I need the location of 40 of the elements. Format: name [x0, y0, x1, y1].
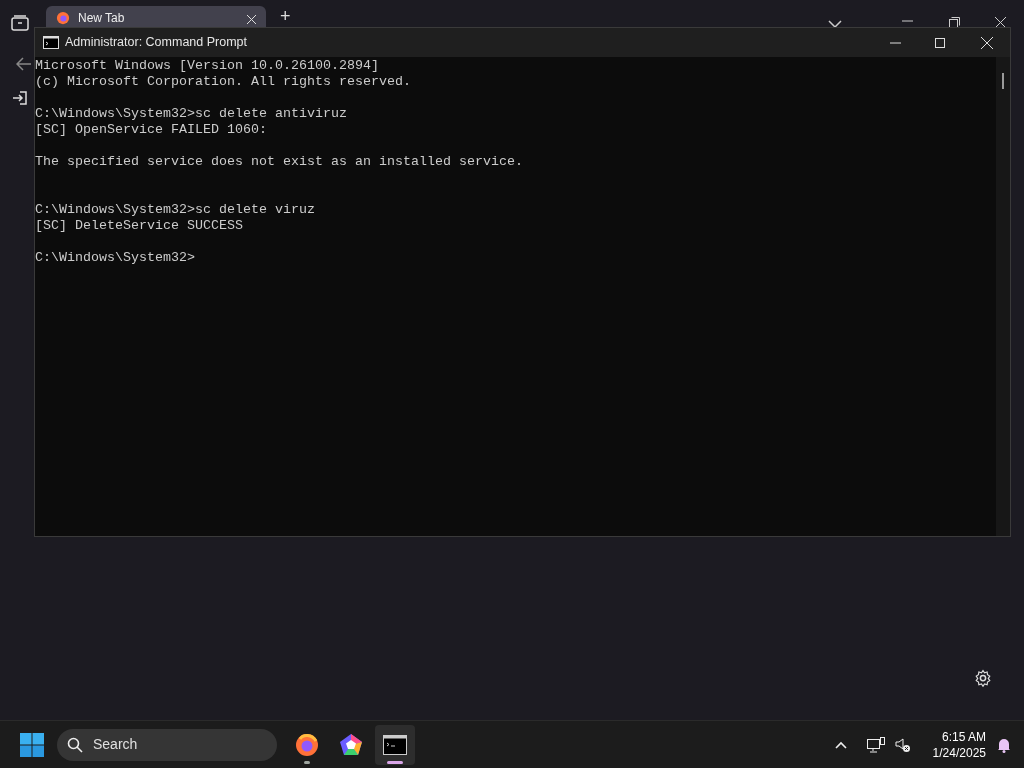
- console-line: (c) Microsoft Corporation. All rights reserved.: [35, 74, 411, 89]
- taskbar-app-button[interactable]: [375, 724, 415, 765]
- bell-icon[interactable]: [996, 736, 1012, 753]
- console-line: Microsoft Windows [Version 10.0.26100.2894]: [35, 58, 379, 73]
- browser-tab[interactable]: New Tab: [46, 6, 266, 27]
- clock-date[interactable]: 1/24/2025: [932, 744, 986, 761]
- window-title: Administrator: Command Prompt: [65, 34, 247, 52]
- scrollbar-thumb[interactable]: [1002, 73, 1004, 89]
- console-line: The specified service does not exist as an installed service.: [35, 154, 523, 169]
- browser-logo-icon: [56, 11, 70, 25]
- maximize-icon[interactable]: [935, 37, 945, 48]
- restore-icon[interactable]: [949, 17, 960, 28]
- console-line: C:\Windows\System32>sc delete antiviruz: [35, 106, 347, 121]
- muted-speaker-icon[interactable]: [894, 736, 911, 753]
- console-line: C:\Windows\System32>: [35, 250, 195, 265]
- minimize-icon[interactable]: [890, 41, 901, 44]
- console-line: C:\Windows\System32>sc delete viruz: [35, 202, 315, 217]
- new-tab-button[interactable]: +: [280, 9, 291, 23]
- close-icon[interactable]: [981, 36, 993, 49]
- close-icon[interactable]: [995, 17, 1006, 28]
- console-line: [SC] DeleteService SUCCESS: [35, 218, 243, 233]
- console-app-icon: [43, 36, 59, 49]
- search-icon: [67, 736, 83, 753]
- close-icon[interactable]: [247, 15, 256, 24]
- pentagon-logo-icon: [339, 732, 363, 757]
- chevron-up-icon[interactable]: [834, 740, 847, 749]
- clock-time[interactable]: 6:15 AM: [941, 728, 986, 745]
- browser-logo-icon: [295, 732, 319, 757]
- search-input[interactable]: Search: [93, 734, 243, 755]
- search-field[interactable]: Search: [57, 728, 277, 761]
- tab-list-icon[interactable]: [11, 15, 29, 31]
- back-arrow-icon[interactable]: [16, 57, 32, 71]
- network-icon[interactable]: [866, 736, 885, 753]
- settings-icon[interactable]: [974, 669, 992, 687]
- terminal-icon: [383, 734, 407, 755]
- scrollbar[interactable]: [996, 57, 1010, 536]
- sign-in-icon[interactable]: [12, 90, 28, 106]
- console-line: [SC] OpenService FAILED 1060:: [35, 122, 267, 137]
- chevron-down-icon[interactable]: [828, 20, 842, 28]
- windows-start-icon[interactable]: [20, 732, 44, 757]
